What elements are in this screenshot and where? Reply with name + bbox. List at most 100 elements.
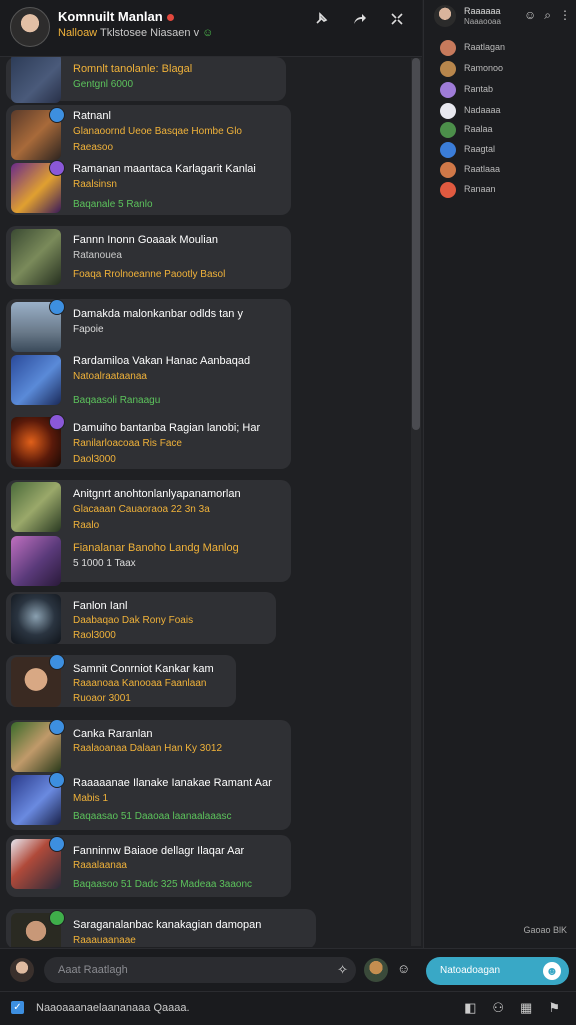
members-panel: Raaaaaa Naaaooaa ☺ ⌕ ⋮ Raatlagan Ramonoo… xyxy=(423,0,576,948)
message-thumbnail[interactable] xyxy=(11,482,61,532)
pin-icon[interactable] xyxy=(310,8,332,30)
message-subtitle: Glacaaan Cauaoraoa 22 3n 3a xyxy=(73,504,210,515)
contact-avatar[interactable] xyxy=(364,958,388,982)
message-subtitle: Raaalaanaa xyxy=(73,860,127,871)
message-subtitle: Ranilarloacoaa Ris Face xyxy=(73,438,182,449)
message-card[interactable]: Saraganalanbac kanakagian damopan Raaaua… xyxy=(6,909,316,947)
channel-avatar[interactable] xyxy=(10,7,50,47)
verified-badge-icon xyxy=(49,654,65,670)
flag-icon[interactable]: ⚑ xyxy=(548,1000,560,1016)
verified-badge-icon xyxy=(49,414,65,430)
member-avatar xyxy=(440,182,456,198)
smile-icon: ☻ xyxy=(543,962,561,980)
verified-badge-icon xyxy=(49,107,65,123)
member-name: Rantab xyxy=(464,84,494,94)
window-icon[interactable]: ◧ xyxy=(464,1000,476,1016)
message-subtitle: Raalsinsn xyxy=(73,179,117,190)
message-subtitle: Ratanouea xyxy=(73,250,122,261)
message-meta: Ruoaor 3001 xyxy=(73,693,131,704)
sticker-icon[interactable]: ✧ xyxy=(337,962,348,978)
collapse-icon[interactable] xyxy=(386,8,408,30)
message-card[interactable]: Fanninnw Baiaoe dellagr Ilaqar Aar Raaal… xyxy=(6,835,291,897)
member-avatar xyxy=(440,122,456,138)
panel-status: Gaoao BlK xyxy=(523,925,567,935)
message-input[interactable]: Aaat Raatlagh ✧ xyxy=(44,957,356,983)
message-subtitle: Daabaqao Dak Rony Foais xyxy=(73,615,194,626)
message-title: Fianalanar Banoho Landg Manlog xyxy=(73,542,239,554)
verified-badge-icon xyxy=(49,299,65,315)
more-icon[interactable]: ⋮ xyxy=(559,8,571,23)
message-card[interactable]: Fannn Inonn Goaaak Moulian Ratanouea Foa… xyxy=(6,226,291,289)
message-title: Canka Raranlan xyxy=(73,728,153,740)
message-card[interactable]: Samnit Conrniot Kankar kam Raaanoaa Kano… xyxy=(6,654,236,707)
message-title: Saraganalanbac kanakagian damopan xyxy=(73,919,262,931)
message-meta: Gentgnl 6000 xyxy=(73,79,134,90)
message-card[interactable]: Romnlt tanolanle: Blagal Gentgnl 6000 xyxy=(6,57,286,103)
message-list[interactable]: Romnlt tanolanle: Blagal Gentgnl 6000 Ra… xyxy=(0,57,410,947)
member-avatar xyxy=(440,162,456,178)
message-subtitle: Natoalraataanaa xyxy=(73,371,147,382)
message-title: Anitgnrt anohtonlanlyapanamorlan xyxy=(73,488,241,500)
member-name: Ranaan xyxy=(464,184,496,194)
message-subtitle: Raaanoaa Kanooaa Faanlaan xyxy=(73,678,207,689)
members-title: Raaaaaa xyxy=(464,6,501,16)
people-icon[interactable]: ⚇ xyxy=(492,1000,504,1016)
message-card[interactable]: Anitgnrt anohtonlanlyapanamorlan Glacaaa… xyxy=(6,480,291,586)
member-avatar xyxy=(440,61,456,77)
message-card[interactable]: Fanlon Ianl Daabaqao Dak Rony Foais Raol… xyxy=(6,592,276,644)
verified-badge-icon xyxy=(49,836,65,852)
panel-actions: ☺ ⌕ ⋮ xyxy=(524,8,571,23)
share-icon[interactable] xyxy=(348,8,370,30)
message-subtitle: Fapoie xyxy=(73,324,104,335)
message-meta: Foaqa Rrolnoeanne Paootly Basol xyxy=(73,269,226,280)
message-title: Samnit Conrniot Kankar kam xyxy=(73,663,214,675)
message-card[interactable]: Ratnanl Glanaoornd Ueoe Basqae Hombe Glo… xyxy=(6,105,291,215)
header-actions xyxy=(310,8,408,30)
channel-title: Komnuilt Manlan xyxy=(58,9,174,24)
message-card[interactable]: Damuiho bantanba Ragian lanobi; Har Rani… xyxy=(6,413,268,469)
message-card[interactable]: Canka Raranlan Raalaoanaa Dalaan Han Ky … xyxy=(6,719,291,830)
message-meta: Baqaasao 51 Daaoaa laanaalaaasc xyxy=(73,811,232,822)
verified-badge-icon xyxy=(49,719,65,735)
message-subtitle: 5 1000 1 Taax xyxy=(73,558,136,569)
member-avatar xyxy=(440,82,456,98)
send-button[interactable]: Natoadoagan ☻ xyxy=(426,957,569,985)
user-avatar[interactable] xyxy=(10,958,34,982)
search-icon[interactable]: ⌕ xyxy=(544,8,551,23)
checkbox-icon[interactable]: ✓ xyxy=(11,1001,24,1014)
member-avatar xyxy=(440,103,456,119)
composer: Aaat Raatlagh ✧ ☺ Natoadoagan ☻ xyxy=(0,948,576,991)
message-thumbnail[interactable] xyxy=(11,355,61,405)
emoji-icon[interactable]: ☺ xyxy=(397,961,415,979)
message-thumbnail[interactable] xyxy=(11,536,61,586)
member-name: Raagtal xyxy=(464,144,496,154)
message-thumbnail[interactable] xyxy=(11,57,61,103)
smiley-icon[interactable]: ☺ xyxy=(524,8,536,23)
message-thumbnail[interactable] xyxy=(11,594,61,644)
message-title: Fannn Inonn Goaaak Moulian xyxy=(73,234,218,246)
message-meta: Baqaasoo 51 Dadc 325 Madeaa 3aaonc xyxy=(73,879,253,890)
message-title: Damuiho bantanba Ragian lanobi; Har xyxy=(73,422,261,434)
verified-badge-icon xyxy=(49,160,65,176)
message-input-placeholder: Aaat Raatlagh xyxy=(58,964,128,976)
message-meta: Raalo xyxy=(73,520,100,531)
message-meta: Raeasoo xyxy=(73,142,114,153)
message-meta: Baqaasoli Ranaagu xyxy=(73,395,161,406)
member-name: Ramonoo xyxy=(464,63,504,73)
message-subtitle: Raaauaanaae xyxy=(73,935,136,946)
status-dot xyxy=(166,14,174,22)
message-meta: Baqanale 5 Ranlo xyxy=(73,199,153,210)
message-title: Damakda malonkanbar odlds tan y xyxy=(73,308,243,320)
send-button-label: Natoadoagan xyxy=(440,965,501,976)
message-subtitle: Mabis 1 xyxy=(73,793,109,804)
scroll-thumb[interactable] xyxy=(412,58,420,430)
layout-icon[interactable]: ▦ xyxy=(520,1000,532,1016)
message-title: Ramanan maantaca Karlagarit Kanlai xyxy=(73,163,256,175)
message-title: Ratnanl xyxy=(73,110,111,122)
chat-scrollbar[interactable] xyxy=(411,58,421,946)
message-title: Fanninnw Baiaoe dellagr Ilaqar Aar xyxy=(73,845,245,857)
verified-badge-icon xyxy=(49,910,65,926)
member-name: Raalaa xyxy=(464,124,493,134)
server-avatar[interactable] xyxy=(434,5,456,27)
message-thumbnail[interactable] xyxy=(11,229,61,285)
